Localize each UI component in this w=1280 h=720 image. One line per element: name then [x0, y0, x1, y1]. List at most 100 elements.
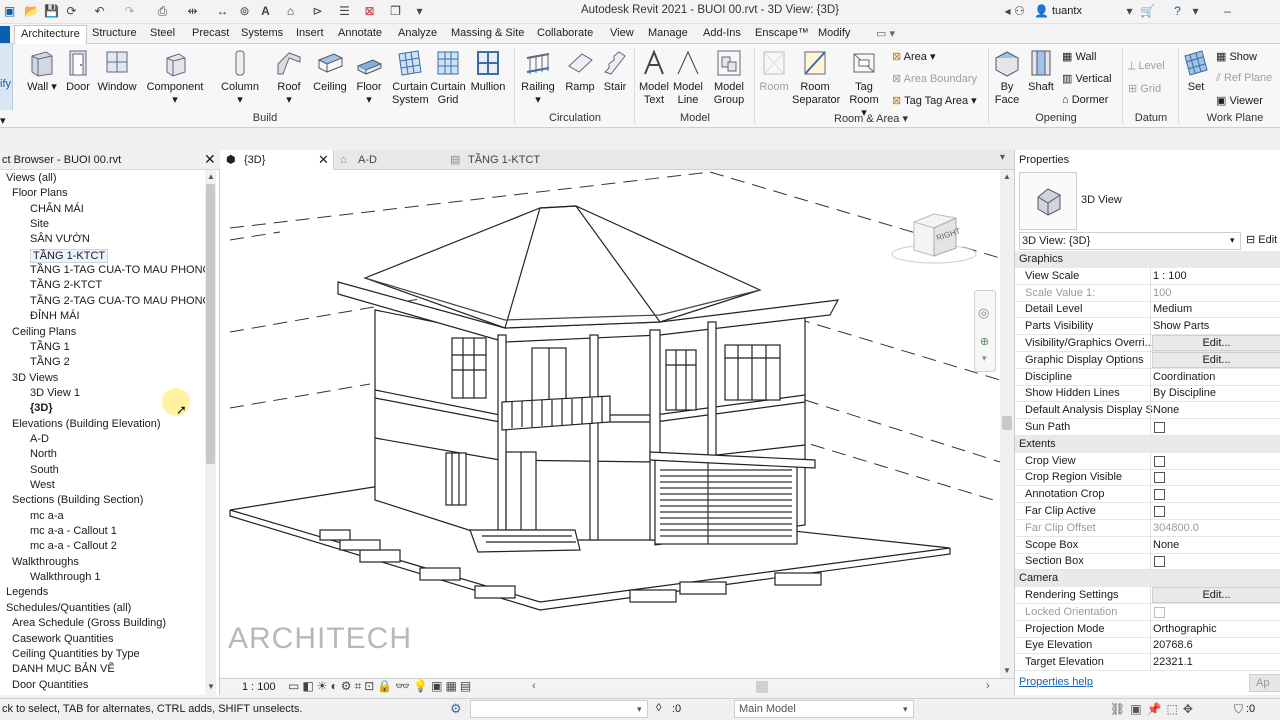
undo-icon[interactable]: ↶	[92, 4, 107, 19]
set-tool[interactable]: Set	[1182, 48, 1210, 94]
shaft-tool[interactable]: Shaft	[1026, 48, 1056, 94]
browser-category[interactable]: Walkthroughs	[12, 556, 79, 568]
close-hidden-icon[interactable]: ⊠	[362, 4, 377, 19]
browser-view-item[interactable]: SÂN VƯỜN	[30, 233, 90, 245]
tab-massing-site[interactable]: Massing & Site	[451, 27, 524, 39]
select-underlay-icon[interactable]: ▣	[1130, 702, 1146, 716]
redo-icon[interactable]: ↷	[122, 4, 137, 19]
worksets-icon[interactable]: ⚙	[450, 701, 462, 717]
property-value[interactable]: None	[1153, 404, 1179, 416]
browser-scroll-thumb[interactable]	[206, 184, 215, 464]
lock-3d-icon[interactable]: 🔒	[377, 679, 395, 693]
vertical-opening-tool[interactable]: ▥ Vertical	[1062, 72, 1112, 85]
property-value[interactable]: Medium	[1153, 303, 1192, 315]
ramp-tool[interactable]: Ramp	[564, 48, 596, 94]
tag-area-tool[interactable]: ⊠ Tag Tag Area ▾	[892, 94, 977, 107]
property-edit-button[interactable]: Edit...	[1152, 351, 1280, 368]
instance-selector[interactable]: 3D View: {3D} ▾	[1019, 232, 1241, 250]
column-tool[interactable]: Column ▾	[220, 48, 260, 107]
modify-button[interactable]: ify	[0, 44, 13, 110]
browser-view-item[interactable]: West	[30, 479, 55, 491]
user-dropdown-icon[interactable]: ▾	[1122, 4, 1137, 19]
tab-architecture[interactable]: Architecture	[14, 25, 87, 44]
floor-tool[interactable]: Floor ▾	[354, 48, 384, 107]
apply-button[interactable]: Ap	[1249, 674, 1280, 692]
browser-category[interactable]: Views (all)	[6, 172, 57, 184]
browser-category[interactable]: Casework Quantities	[12, 633, 114, 645]
property-section-header[interactable]: Camera	[1015, 570, 1280, 588]
roof-tool[interactable]: Roof ▾	[274, 48, 304, 107]
viewport-vertical-scrollbar[interactable]: ▲ ▼	[1000, 170, 1014, 678]
property-value[interactable]: 22321.1	[1153, 656, 1193, 668]
browser-view-item[interactable]: South	[30, 464, 59, 476]
measure-icon[interactable]: ⇹	[185, 4, 200, 19]
browser-category[interactable]: Area Schedule (Gross Building)	[12, 617, 166, 629]
tab-steel[interactable]: Steel	[150, 27, 175, 39]
sync-icon[interactable]: ⟳	[64, 4, 79, 19]
property-checkbox[interactable]	[1154, 455, 1165, 467]
reveal-hidden-icon[interactable]: 💡	[413, 679, 431, 693]
property-section-header[interactable]: Graphics	[1015, 251, 1280, 268]
room-separator-tool[interactable]: Room Separator	[792, 48, 840, 107]
highlight-displacement-icon[interactable]: ▤	[460, 679, 474, 693]
print-icon[interactable]: ⎙	[155, 4, 170, 19]
property-value[interactable]: 20768.6	[1153, 639, 1193, 651]
tab-precast[interactable]: Precast	[192, 27, 229, 39]
curtain-system-tool[interactable]: Curtain System	[392, 48, 429, 107]
browser-category[interactable]: Ceiling Plans	[12, 326, 76, 338]
room-tool[interactable]: Room	[758, 48, 790, 94]
select-by-face-icon[interactable]: ⬚	[1167, 702, 1183, 716]
property-value[interactable]: Show Parts	[1153, 320, 1209, 332]
area-tool[interactable]: ⊠ Area ▾	[892, 50, 936, 63]
property-value[interactable]: 304800.0	[1153, 522, 1199, 534]
ref-plane-tool[interactable]: ⫽ Ref Plane	[1216, 72, 1272, 85]
model-text-tool[interactable]: Model Text	[638, 48, 670, 107]
window-tool[interactable]: Window	[96, 48, 138, 94]
tab-enscape[interactable]: Enscape™	[755, 27, 809, 39]
tab-view[interactable]: View	[610, 27, 634, 39]
door-tool[interactable]: Door	[64, 48, 92, 94]
tab-modify[interactable]: Modify	[818, 27, 850, 39]
browser-category[interactable]: Legends	[6, 586, 48, 598]
property-value[interactable]: 100	[1153, 287, 1171, 299]
browser-view-item[interactable]: TẦNG 1-KTCT	[30, 248, 109, 263]
model-group-tool[interactable]: Model Group	[710, 48, 748, 107]
browser-scrollbar[interactable]: ▲ ▼	[205, 170, 216, 695]
minimize-icon[interactable]: –	[1220, 4, 1235, 19]
property-checkbox[interactable]	[1154, 506, 1165, 517]
property-value[interactable]: Coordination	[1153, 371, 1215, 383]
tab-structure[interactable]: Structure	[92, 27, 137, 39]
analytical-model-icon[interactable]: ▦	[446, 679, 460, 693]
tab-systems[interactable]: Systems	[241, 27, 283, 39]
browser-category[interactable]: DANH MỤC BẢN VẼ	[12, 663, 115, 675]
viewport-scroll-thumb[interactable]	[1002, 416, 1012, 430]
scroll-right-icon[interactable]: ›	[986, 680, 990, 692]
sun-path-icon[interactable]: ☀	[317, 679, 331, 693]
ribbon-display-icon[interactable]: ▭ ▾	[876, 27, 895, 40]
browser-view-item[interactable]: TẦNG 2-TAG CUA-TO MAU PHONG	[30, 295, 211, 307]
browser-view-item[interactable]: A-D	[30, 433, 49, 445]
property-value[interactable]: By Discipline	[1153, 387, 1216, 399]
browser-view-item[interactable]: 3D View 1	[30, 387, 80, 399]
browser-view-item[interactable]: Walkthrough 1	[30, 571, 101, 583]
by-face-tool[interactable]: By Face	[992, 48, 1022, 107]
area-boundary-tool[interactable]: ⊠ Area Boundary	[892, 72, 977, 85]
browser-view-item[interactable]: {3D}	[30, 402, 53, 414]
workset-dropdown[interactable]: ▾	[470, 700, 648, 718]
filter-icon[interactable]: ⛉	[1234, 702, 1243, 717]
thin-lines-icon[interactable]: ☰	[337, 4, 352, 19]
level-tool[interactable]: ⟂ Level	[1128, 60, 1165, 73]
crop-view-icon[interactable]: ⌗	[354, 679, 364, 693]
detail-level-icon[interactable]: ▭	[288, 679, 302, 693]
property-edit-button[interactable]: Edit...	[1152, 587, 1280, 603]
close-icon[interactable]: ✕	[204, 151, 216, 168]
design-option-dropdown[interactable]: Main Model ▾	[734, 700, 914, 718]
browser-category[interactable]: 3D Views	[12, 372, 58, 384]
browser-view-item[interactable]: CHÂN MÁI	[30, 203, 84, 215]
model-line-tool[interactable]: Model Line	[672, 48, 704, 107]
text-icon[interactable]: A	[258, 4, 273, 19]
switch-windows-icon[interactable]: ❐	[388, 4, 403, 19]
shadows-icon[interactable]: ◐	[330, 679, 340, 693]
user-icon[interactable]: 👤	[1034, 4, 1049, 19]
zoom-icon[interactable]: ⊕	[980, 335, 989, 348]
